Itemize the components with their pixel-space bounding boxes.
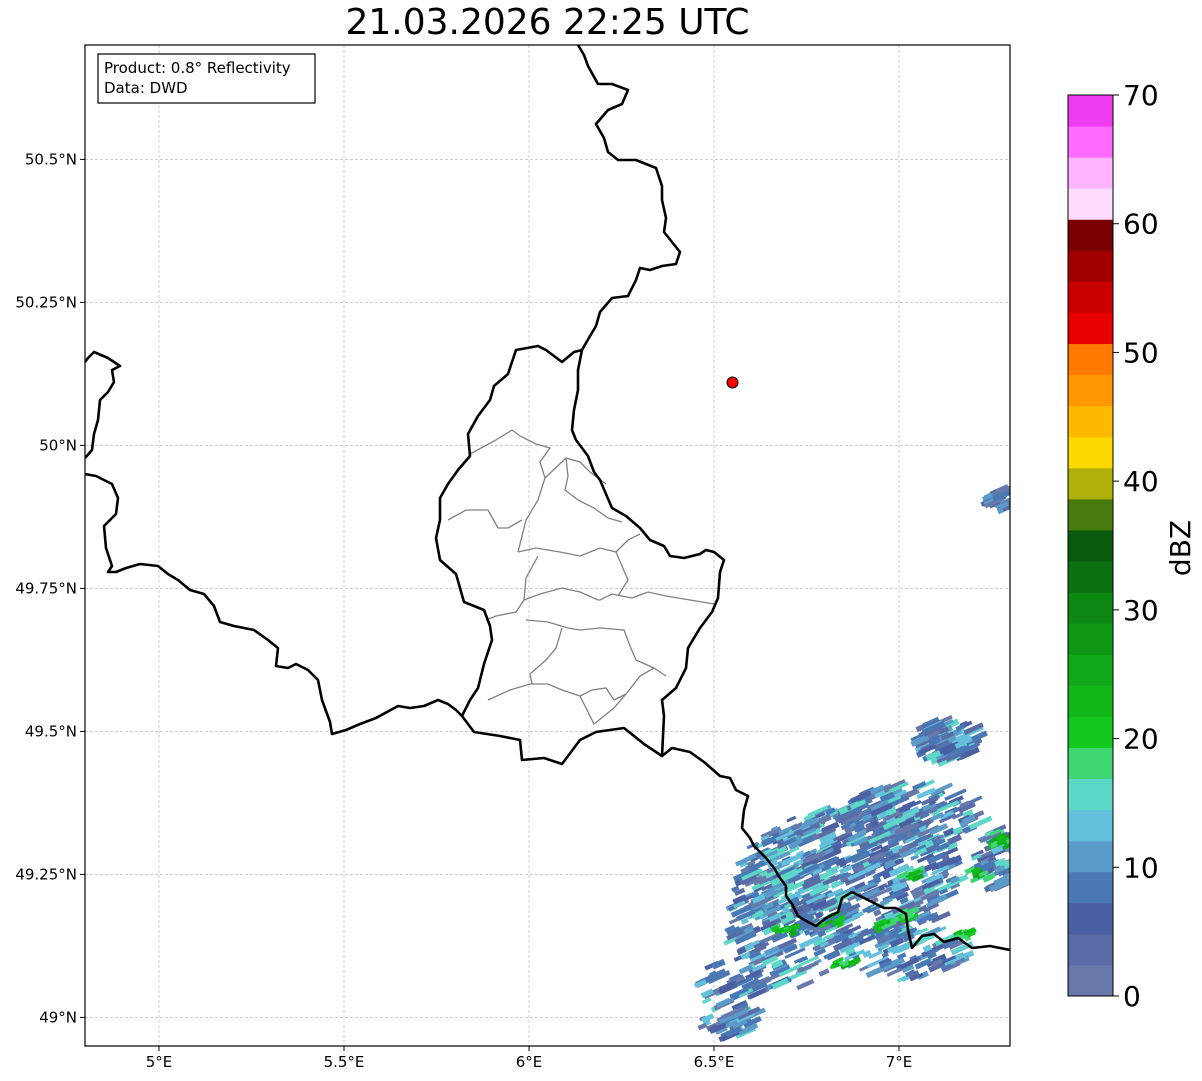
colorbar-bin — [1068, 933, 1113, 966]
colorbar-bin — [1068, 871, 1113, 904]
product-label: Product: 0.8° Reflectivity — [104, 59, 291, 77]
colorbar-label: dBZ — [1164, 520, 1197, 576]
location-marker — [726, 376, 739, 389]
colorbar-tick-label: 30 — [1123, 594, 1159, 627]
colorbar-bin — [1068, 716, 1113, 748]
lat-tick-label: 49°N — [39, 1008, 77, 1026]
lon-tick-label: 7°E — [886, 1053, 913, 1071]
echo-cell-strong — [1006, 829, 1010, 840]
colorbar-tick-label: 10 — [1123, 851, 1159, 884]
lat-tick-label: 50.25°N — [15, 293, 77, 311]
echo-cell — [711, 958, 726, 970]
colorbar-tick-label: 0 — [1123, 980, 1141, 1013]
echo-cell — [786, 815, 797, 823]
colorbar-bin — [1068, 592, 1113, 624]
echo-cell — [818, 968, 830, 977]
colorbar-bin — [1068, 95, 1113, 127]
lat-tick-label: 50°N — [39, 436, 77, 454]
echo-cell — [1009, 856, 1010, 871]
colorbar-bin — [1068, 374, 1113, 407]
lat-tick-label: 49.5°N — [25, 722, 77, 740]
lat-tick-label: 49.75°N — [15, 579, 77, 597]
colorbar-tick-label: 40 — [1123, 465, 1159, 498]
colorbar-bin — [1068, 467, 1113, 500]
colorbar-bin — [1068, 809, 1113, 842]
radar-echoes — [694, 482, 1010, 1042]
colorbar-tick-label: 70 — [1123, 79, 1159, 112]
echo-cell — [728, 917, 740, 925]
colorbar: 0 10 20 30 40 50 60 70 — [1067, 79, 1159, 1013]
colorbar-bin — [1068, 498, 1113, 531]
colorbar-bin — [1068, 126, 1113, 158]
colorbar-bin — [1068, 188, 1113, 220]
colorbar-bin — [1068, 747, 1113, 780]
colorbar-bin — [1068, 654, 1113, 686]
colorbar-bin — [1068, 312, 1113, 345]
canton-boundaries — [447, 429, 715, 726]
radar-map: 5°E 5.5°E 6°E 6.5°E 7°E 50.5°N 50.25°N 50°N 49.… — [15, 44, 1197, 1071]
colorbar-bin — [1068, 561, 1113, 593]
longitude-ticks: 5°E 5.5°E 6°E 6.5°E 7°E — [146, 1046, 913, 1071]
colorbar-bin — [1068, 840, 1113, 873]
colorbar-bin — [1068, 685, 1113, 717]
latitude-ticks: 50.5°N 50.25°N 50°N 49.75°N 49.5°N 49.25°N 49°… — [15, 150, 85, 1026]
lon-tick-label: 6°E — [516, 1053, 543, 1071]
colorbar-bin — [1068, 405, 1113, 438]
colorbar-tick-label: 20 — [1123, 723, 1159, 756]
lat-tick-label: 50.5°N — [25, 150, 77, 168]
colorbar-bin — [1068, 157, 1113, 189]
echo-cell — [697, 1022, 708, 1031]
info-box: Product: 0.8° Reflectivity Data: DWD — [97, 53, 316, 104]
colorbar-bin — [1068, 778, 1113, 811]
lat-tick-label: 49.25°N — [15, 865, 77, 883]
echo-cell — [796, 978, 815, 991]
echo-cell — [1009, 493, 1010, 505]
colorbar-tick-label: 60 — [1123, 208, 1159, 241]
colorbar-bin — [1068, 436, 1113, 469]
lon-tick-label: 5.5°E — [324, 1053, 365, 1071]
colorbar-bin — [1068, 964, 1113, 997]
colorbar-bin — [1068, 281, 1113, 313]
colorbar-bin — [1068, 902, 1113, 935]
colorbar-bin — [1068, 219, 1113, 251]
lon-tick-label: 6.5°E — [694, 1053, 735, 1071]
colorbar-bin — [1068, 343, 1113, 376]
colorbar-bin — [1068, 250, 1113, 282]
lon-tick-label: 5°E — [146, 1053, 173, 1071]
colorbar-bin — [1068, 623, 1113, 655]
colorbar-tick-label: 50 — [1123, 336, 1159, 369]
colorbar-bin — [1068, 529, 1113, 562]
data-source-label: Data: DWD — [104, 79, 188, 97]
